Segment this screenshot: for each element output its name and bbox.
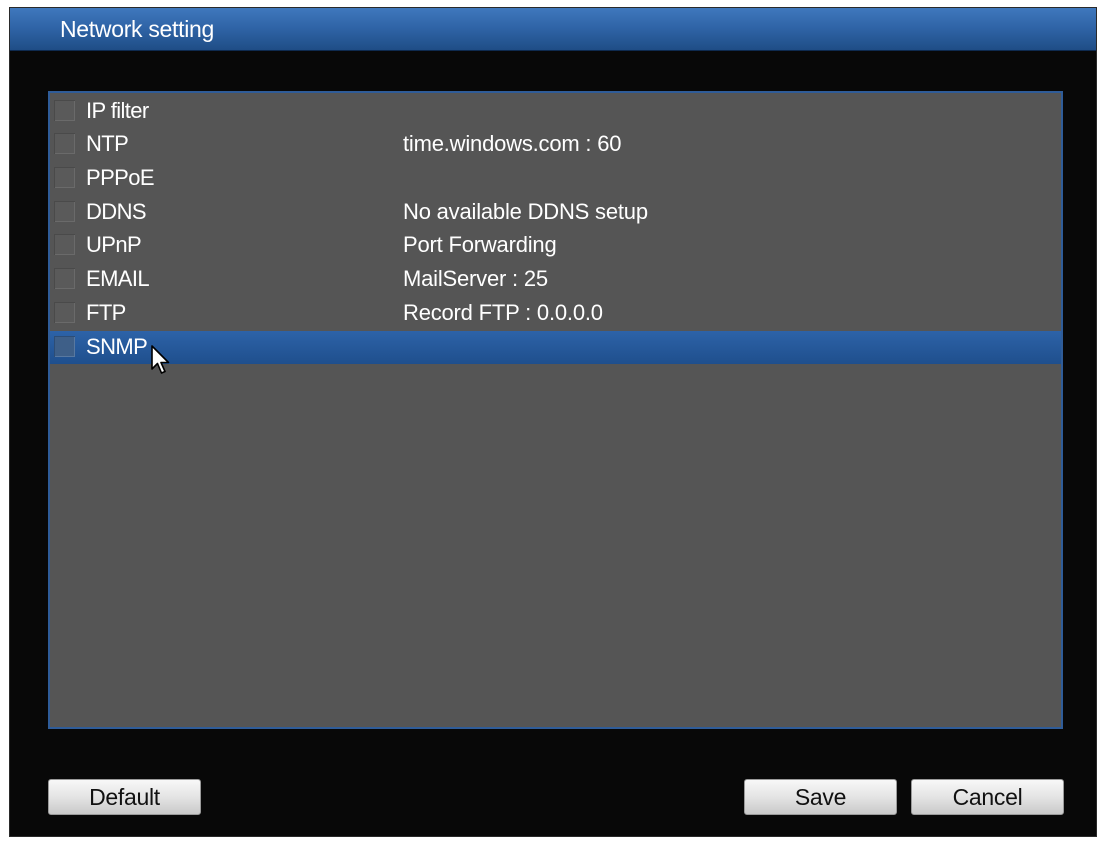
item-name: SNMP — [86, 334, 148, 359]
checkbox-ddns[interactable] — [54, 201, 75, 222]
checkbox-snmp[interactable] — [54, 336, 75, 357]
list-item-ntp[interactable]: NTP time.windows.com : 60 — [50, 128, 1061, 161]
checkbox-email[interactable] — [54, 268, 75, 289]
item-name: PPPoE — [86, 165, 155, 190]
default-button[interactable]: Default — [48, 779, 201, 815]
cancel-button[interactable]: Cancel — [911, 779, 1064, 815]
checkbox-pppoe[interactable] — [54, 167, 75, 188]
item-name: NTP — [86, 131, 129, 156]
checkbox-ip-filter[interactable] — [54, 100, 75, 121]
checkbox-ftp[interactable] — [54, 302, 75, 323]
list-item-snmp[interactable]: SNMP — [50, 331, 1061, 374]
list-item-ddns[interactable]: DDNS No available DDNS setup — [50, 196, 1061, 229]
item-name: FTP — [86, 300, 126, 325]
dialog-title: Network setting — [60, 16, 215, 42]
item-value: Record FTP : 0.0.0.0 — [403, 300, 603, 325]
item-value: time.windows.com : 60 — [403, 131, 622, 156]
network-options-list[interactable]: IP filter NTP time.windows.com : 60 PPPo… — [48, 91, 1063, 729]
item-value: Port Forwarding — [403, 232, 557, 257]
list-item-email[interactable]: EMAIL MailServer : 25 — [50, 263, 1061, 296]
item-name: IP filter — [86, 98, 149, 123]
list-item-ip-filter[interactable]: IP filter — [50, 95, 1061, 128]
list-item-pppoe[interactable]: PPPoE — [50, 162, 1061, 195]
checkbox-ntp[interactable] — [54, 133, 75, 154]
network-setting-dialog: Network setting IP filter NTP time.windo… — [10, 8, 1096, 836]
title-bar: Network setting — [10, 8, 1096, 51]
item-value: No available DDNS setup — [403, 199, 648, 224]
item-name: UPnP — [86, 232, 142, 257]
item-name: DDNS — [86, 199, 147, 224]
checkbox-upnp[interactable] — [54, 234, 75, 255]
item-name: EMAIL — [86, 266, 150, 291]
list-item-ftp[interactable]: FTP Record FTP : 0.0.0.0 — [50, 297, 1061, 330]
item-value: MailServer : 25 — [403, 266, 548, 291]
mouse-pointer-icon — [151, 345, 170, 374]
save-button[interactable]: Save — [744, 779, 897, 815]
list-item-upnp[interactable]: UPnP Port Forwarding — [50, 229, 1061, 262]
